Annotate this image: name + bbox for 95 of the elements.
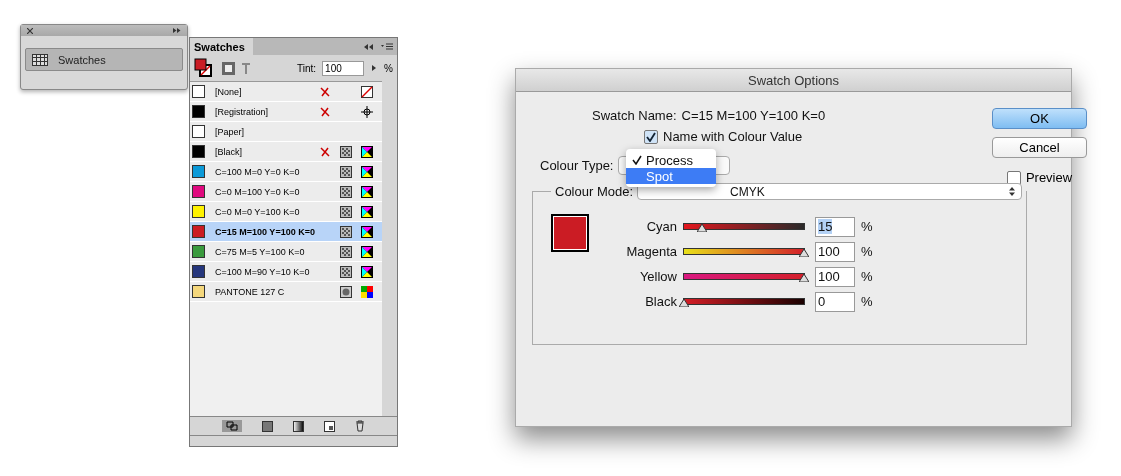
none-icon [361, 85, 373, 98]
channel-label: Magenta [625, 244, 677, 259]
swatch-row[interactable]: C=0 M=0 Y=100 K=0 [190, 202, 382, 222]
dialog-title: Swatch Options [516, 69, 1071, 92]
swatch-name: PANTONE 127 C [215, 286, 286, 297]
swatch-row[interactable]: C=100 M=0 Y=0 K=0 [190, 162, 382, 182]
name-with-colour-value-checkbox[interactable]: Name with Colour Value [532, 129, 962, 144]
percent-label: % [861, 294, 873, 309]
preview-checkbox[interactable] [1006, 170, 1021, 185]
checkbox-label: Name with Colour Value [663, 129, 803, 144]
channel-value-field[interactable]: 100 [815, 241, 855, 262]
value-text: 100 [818, 269, 840, 284]
circle-icon [340, 285, 352, 298]
value-text: 100 [818, 244, 840, 259]
channel-value-field[interactable]: 0 [815, 291, 855, 312]
slider-thumb[interactable] [697, 224, 707, 232]
swatch-name: C=0 M=100 Y=0 K=0 [215, 186, 301, 197]
swatch-row[interactable]: C=15 M=100 Y=100 K=0 [190, 222, 382, 242]
swatch-row[interactable]: [None] [190, 82, 382, 102]
dialog-button[interactable]: Cancel [992, 137, 1087, 158]
swatch-name: C=15 M=100 Y=100 K=0 [215, 226, 316, 237]
swatch-name: C=100 M=90 Y=10 K=0 [215, 266, 311, 277]
square-icon[interactable] [262, 420, 273, 432]
channel-value-field[interactable]: 15 [815, 216, 855, 237]
checkbox[interactable] [644, 129, 658, 144]
swatch-name: [Paper] [215, 126, 246, 137]
color-grid-icon [361, 285, 373, 298]
swatch-name-value: C=15 M=100 Y=100 K=0 [681, 108, 826, 123]
tint-unit: % [384, 62, 393, 74]
close-icon[interactable] [27, 27, 33, 34]
gradient-icon[interactable] [293, 420, 304, 432]
double-arrow-left-icon[interactable] [364, 43, 373, 50]
colour-mode-label: Colour Mode: [555, 184, 634, 199]
swatch-name: [Black] [215, 146, 243, 157]
channel-label: Cyan [645, 219, 677, 234]
check-icon [632, 155, 642, 165]
cmyk-icon [361, 245, 373, 258]
checker-icon [340, 145, 352, 158]
preview-label: Preview [1025, 170, 1073, 185]
value-text: 0 [818, 294, 826, 309]
slider-thumb[interactable] [679, 299, 689, 307]
cmyk-icon [361, 145, 373, 158]
checker-icon [340, 185, 352, 198]
new-icon[interactable] [324, 420, 335, 432]
swatch-name: [Registration] [215, 106, 270, 117]
checker-icon [340, 245, 352, 258]
updown-arrows-icon [1009, 187, 1016, 196]
checker-icon [340, 165, 352, 178]
channel-label: Black [644, 294, 677, 309]
panel-button[interactable]: Swatches [25, 48, 183, 71]
cmyk-icon [361, 185, 373, 198]
channel-label: Yellow [638, 269, 677, 284]
swatch-name: C=0 M=0 Y=100 K=0 [215, 206, 301, 217]
cmyk-icon [361, 165, 373, 178]
colour-mode-select[interactable]: CMYK [637, 183, 1023, 200]
percent-label: % [861, 269, 873, 284]
tint-label: Tint: [297, 62, 317, 74]
cmyk-icon [361, 205, 373, 218]
double-arrow-right-icon[interactable] [173, 28, 181, 33]
percent-label: % [861, 244, 873, 259]
menu-item[interactable]: Process [626, 152, 716, 168]
slider-thumb[interactable] [799, 249, 809, 257]
channel-value-field[interactable]: 100 [815, 266, 855, 287]
check-icon [646, 131, 656, 142]
value-text: 15 [818, 219, 833, 234]
checker-icon [340, 225, 352, 238]
percent-label: % [861, 219, 873, 234]
swatch-row[interactable]: PANTONE 127 C [190, 282, 382, 302]
checker-icon [340, 205, 352, 218]
swatch-name: C=75 M=5 Y=100 K=0 [215, 246, 306, 257]
dialog-button[interactable]: OK [992, 108, 1087, 129]
swatch-name: C=100 M=0 Y=0 K=0 [215, 166, 301, 177]
swatch-row[interactable]: [Registration] [190, 102, 382, 122]
swatch-row[interactable]: C=75 M=5 Y=100 K=0 [190, 242, 382, 262]
swatch-row[interactable]: [Black] [190, 142, 382, 162]
colour-type-label: Colour Type: [540, 158, 614, 173]
tint-field[interactable]: 100 [322, 60, 365, 76]
slider-thumb[interactable] [799, 274, 809, 282]
menu-item[interactable]: Spot [626, 168, 716, 184]
swatch-row[interactable]: [Paper] [190, 122, 382, 142]
panel-tab[interactable]: Swatches [190, 38, 253, 55]
colour-preview [551, 214, 589, 252]
cmyk-icon [361, 265, 373, 278]
trash-icon[interactable] [355, 420, 365, 432]
swatch-row[interactable]: C=0 M=100 Y=0 K=0 [190, 182, 382, 202]
crosshair-icon [361, 105, 373, 118]
cmyk-icon [361, 225, 373, 238]
container-icon[interactable] [222, 61, 235, 75]
checker-icon [340, 265, 352, 278]
grid-icon [32, 53, 48, 66]
swatch-row[interactable]: C=100 M=90 Y=10 K=0 [190, 262, 382, 282]
swatch-name-label: Swatch Name: [592, 108, 677, 123]
slider-track[interactable] [683, 223, 805, 230]
swatch-name: [None] [215, 86, 243, 97]
menu-icon[interactable] [381, 43, 393, 50]
